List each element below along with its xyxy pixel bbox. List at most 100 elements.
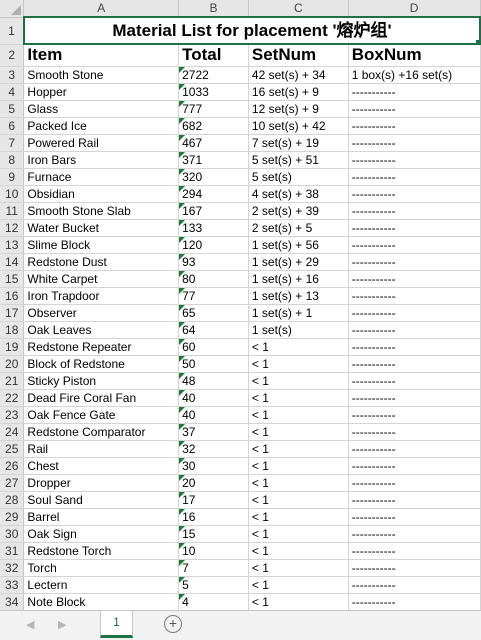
- cell-total[interactable]: 133: [178, 219, 249, 237]
- add-sheet-icon[interactable]: +: [164, 615, 182, 633]
- row-header[interactable]: 30: [0, 525, 25, 543]
- cell-boxnum[interactable]: 1 box(s) +16 set(s): [348, 66, 481, 84]
- cell-setnum[interactable]: 16 set(s) + 9: [248, 83, 349, 101]
- cell-item[interactable]: Lectern: [23, 576, 180, 594]
- cell-item[interactable]: Rail: [23, 440, 180, 458]
- column-header-b[interactable]: B: [178, 0, 249, 18]
- cell-setnum[interactable]: < 1: [248, 457, 349, 475]
- cell-total[interactable]: 40: [178, 389, 249, 407]
- cell-boxnum[interactable]: -----------: [348, 338, 481, 356]
- cell-item[interactable]: Redstone Repeater: [23, 338, 180, 356]
- cell-boxnum[interactable]: -----------: [348, 117, 481, 135]
- cell-item[interactable]: Smooth Stone Slab: [23, 202, 180, 220]
- cell-item[interactable]: Powered Rail: [23, 134, 180, 152]
- cell-boxnum[interactable]: -----------: [348, 321, 481, 339]
- cell-setnum[interactable]: 1 set(s) + 56: [248, 236, 349, 254]
- cell-item[interactable]: Barrel: [23, 508, 180, 526]
- scroll-tabs-right-icon[interactable]: ▶: [58, 618, 66, 631]
- cell-total[interactable]: 5: [178, 576, 249, 594]
- cell-setnum[interactable]: < 1: [248, 440, 349, 458]
- row-header[interactable]: 3: [0, 66, 25, 84]
- title-cell[interactable]: Material List for placement '熔炉组': [22, 16, 481, 45]
- sheet-table[interactable]: A B C D 1 Material List for placement '熔…: [0, 0, 481, 610]
- cell-setnum[interactable]: 4 set(s) + 38: [248, 185, 349, 203]
- cell-setnum[interactable]: 5 set(s) + 51: [248, 151, 349, 169]
- cell-boxnum[interactable]: -----------: [348, 151, 481, 169]
- cell-item[interactable]: Redstone Comparator: [23, 423, 180, 441]
- cell-item[interactable]: Obsidian: [23, 185, 180, 203]
- cell-item[interactable]: Glass: [23, 100, 180, 118]
- select-all-corner[interactable]: [0, 0, 25, 18]
- row-header[interactable]: 15: [0, 270, 25, 288]
- cell-boxnum[interactable]: -----------: [348, 559, 481, 577]
- cell-setnum[interactable]: < 1: [248, 406, 349, 424]
- row-header[interactable]: 1: [0, 17, 25, 45]
- cell-item[interactable]: Water Bucket: [23, 219, 180, 237]
- cell-setnum[interactable]: 1 set(s): [248, 321, 349, 339]
- cell-boxnum[interactable]: -----------: [348, 236, 481, 254]
- cell-total[interactable]: 682: [178, 117, 249, 135]
- cell-total[interactable]: 15: [178, 525, 249, 543]
- cell-setnum[interactable]: < 1: [248, 372, 349, 390]
- row-header[interactable]: 25: [0, 440, 25, 458]
- cell-total[interactable]: 120: [178, 236, 249, 254]
- cell-setnum[interactable]: < 1: [248, 338, 349, 356]
- cell-boxnum[interactable]: -----------: [348, 525, 481, 543]
- header-cell-item[interactable]: Item: [23, 44, 180, 67]
- cell-item[interactable]: Iron Bars: [23, 151, 180, 169]
- row-header[interactable]: 34: [0, 593, 25, 610]
- cell-setnum[interactable]: 12 set(s) + 9: [248, 100, 349, 118]
- row-header[interactable]: 22: [0, 389, 25, 407]
- cell-setnum[interactable]: < 1: [248, 423, 349, 441]
- cell-setnum[interactable]: 1 set(s) + 16: [248, 270, 349, 288]
- cell-item[interactable]: Hopper: [23, 83, 180, 101]
- cell-total[interactable]: 20: [178, 474, 249, 492]
- cell-boxnum[interactable]: -----------: [348, 287, 481, 305]
- cell-total[interactable]: 467: [178, 134, 249, 152]
- cell-item[interactable]: Soul Sand: [23, 491, 180, 509]
- cell-total[interactable]: 40: [178, 406, 249, 424]
- row-header[interactable]: 24: [0, 423, 25, 441]
- row-header[interactable]: 12: [0, 219, 25, 237]
- cell-setnum[interactable]: < 1: [248, 559, 349, 577]
- cell-total[interactable]: 30: [178, 457, 249, 475]
- cell-total[interactable]: 10: [178, 542, 249, 560]
- cell-item[interactable]: Packed Ice: [23, 117, 180, 135]
- cell-item[interactable]: Oak Fence Gate: [23, 406, 180, 424]
- row-header[interactable]: 7: [0, 134, 25, 152]
- cell-item[interactable]: Iron Trapdoor: [23, 287, 180, 305]
- cell-total[interactable]: 17: [178, 491, 249, 509]
- cell-boxnum[interactable]: -----------: [348, 355, 481, 373]
- cell-total[interactable]: 37: [178, 423, 249, 441]
- cell-setnum[interactable]: 1 set(s) + 1: [248, 304, 349, 322]
- cell-total[interactable]: 77: [178, 287, 249, 305]
- cell-setnum[interactable]: < 1: [248, 508, 349, 526]
- cell-setnum[interactable]: 2 set(s) + 5: [248, 219, 349, 237]
- cell-item[interactable]: Sticky Piston: [23, 372, 180, 390]
- cell-total[interactable]: 294: [178, 185, 249, 203]
- cell-total[interactable]: 4: [178, 593, 249, 610]
- cell-total[interactable]: 167: [178, 202, 249, 220]
- row-header[interactable]: 23: [0, 406, 25, 424]
- cell-boxnum[interactable]: -----------: [348, 593, 481, 610]
- cell-total[interactable]: 371: [178, 151, 249, 169]
- cell-item[interactable]: Smooth Stone: [23, 66, 180, 84]
- sheet-tab-1[interactable]: 1: [100, 611, 133, 638]
- cell-boxnum[interactable]: -----------: [348, 202, 481, 220]
- cell-setnum[interactable]: 1 set(s) + 13: [248, 287, 349, 305]
- cell-boxnum[interactable]: -----------: [348, 100, 481, 118]
- cell-boxnum[interactable]: -----------: [348, 219, 481, 237]
- cell-item[interactable]: Note Block: [23, 593, 180, 610]
- cell-boxnum[interactable]: -----------: [348, 491, 481, 509]
- row-header[interactable]: 32: [0, 559, 25, 577]
- cell-item[interactable]: Observer: [23, 304, 180, 322]
- cell-total[interactable]: 60: [178, 338, 249, 356]
- row-header[interactable]: 17: [0, 304, 25, 322]
- cell-boxnum[interactable]: -----------: [348, 576, 481, 594]
- cell-setnum[interactable]: < 1: [248, 525, 349, 543]
- cell-boxnum[interactable]: -----------: [348, 508, 481, 526]
- cell-total[interactable]: 48: [178, 372, 249, 390]
- cell-setnum[interactable]: 1 set(s) + 29: [248, 253, 349, 271]
- cell-total[interactable]: 1033: [178, 83, 249, 101]
- cell-boxnum[interactable]: -----------: [348, 270, 481, 288]
